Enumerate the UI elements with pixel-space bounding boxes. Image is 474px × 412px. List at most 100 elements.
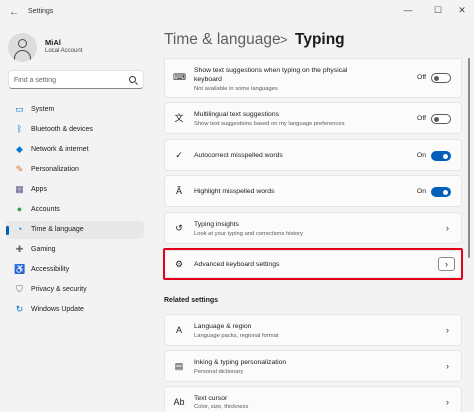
search-icon[interactable] [129,76,136,83]
sidebar-item-label: Gaming [31,246,56,253]
sidebar-item-label: Apps [31,186,47,193]
sidebar-item-label: Windows Update [31,306,84,313]
chevron-right-icon: › [446,361,449,371]
brush-icon: ✎ [15,164,24,174]
toggle-knob [434,116,439,122]
sidebar-item-network[interactable]: ◆ Network & internet [6,141,144,159]
toggle-state-label: Off [417,115,426,122]
text-cursor-icon: Ab [173,397,185,407]
setting-title: Autocorrect misspelled words [194,152,283,159]
maximize-button[interactable]: ☐ [432,5,444,16]
setting-title: Multilingual text suggestions [194,111,280,118]
sidebar-item-personalization[interactable]: ✎ Personalization [6,161,144,179]
sidebar-item-system[interactable]: ▭ System [6,101,144,119]
gamepad-icon: ✚ [15,244,24,254]
autocorrect-icon: ✓ [175,150,183,160]
search-input[interactable] [14,74,126,86]
avatar-body-icon [14,50,31,62]
annotation-highlight-box [163,248,463,280]
multilingual-toggle[interactable] [431,114,451,124]
chevron-right-icon: › [446,223,449,233]
close-button[interactable]: ✕ [456,5,468,16]
dictionary-icon: ▤ [174,361,184,371]
setting-title: Typing insights [194,221,239,228]
user-account-type: Local Account [45,48,83,54]
setting-title-line2: keyboard [194,76,222,83]
avatar-head-icon [18,39,27,48]
autocorrect-toggle[interactable] [431,151,451,161]
sidebar-item-accounts[interactable]: ● Accounts [6,201,144,219]
sidebar-item-gaming[interactable]: ✚ Gaming [6,241,144,259]
sidebar-item-label: Accessibility [31,266,70,273]
setting-typing-insights[interactable]: ↺ Typing insights Look at your typing an… [164,212,462,244]
user-name: MiAl [45,38,61,47]
setting-subtitle: Look at your typing and corrections hist… [194,231,303,237]
setting-title: Inking & typing personalization [194,359,287,366]
chevron-right-icon: › [446,397,449,407]
language-icon: A [175,325,182,335]
related-text-cursor[interactable]: Ab Text cursor Color, size, thickness › [164,386,462,412]
setting-subtitle: Show text suggestions based on my langua… [194,121,345,127]
setting-multilingual-suggestions: 文 Multilingual text suggestions Show tex… [164,102,462,134]
setting-subtitle: Not available in some languages [194,86,278,92]
toggle-state-label: Off [417,74,426,81]
breadcrumb-separator: > [280,32,288,47]
setting-text-suggestions: ⌨ Show text suggestions when typing on t… [164,58,462,98]
setting-title: Highlight misspelled words [194,188,275,195]
sidebar-item-label: System [31,106,55,113]
sidebar-item-label: Accounts [31,206,60,213]
text-suggestions-toggle[interactable] [431,73,451,83]
avatar[interactable] [8,33,37,62]
setting-autocorrect: ✓ Autocorrect misspelled words On [164,139,462,171]
sidebar-item-bluetooth[interactable]: ᛒ Bluetooth & devices [6,121,144,139]
setting-title: Show text suggestions when typing on the… [194,67,348,74]
setting-subtitle: Color, size, thickness [194,404,249,410]
breadcrumb-parent[interactable]: Time & language [164,31,281,49]
sidebar-item-time-language[interactable]: ◔ Time & language [6,221,144,239]
related-inking-typing[interactable]: ▤ Inking & typing personalization Person… [164,350,462,382]
sidebar-item-label: Bluetooth & devices [31,126,93,133]
sidebar-item-label: Network & internet [31,146,89,153]
sidebar-item-label: Personalization [31,166,79,173]
highlight-icon: Ã [175,186,182,196]
wifi-icon: ◆ [16,144,23,154]
person-icon: ● [16,204,23,214]
sidebar: MiAl Local Account ▭ System ᛒ Bluetooth … [0,26,150,412]
back-button[interactable]: ← [9,7,19,18]
toggle-knob [443,189,448,195]
related-settings-heading: Related settings [164,297,219,304]
sidebar-item-accessibility[interactable]: ♿ Accessibility [6,261,144,279]
highlight-toggle[interactable] [431,187,451,197]
minimize-button[interactable]: — [402,5,414,15]
setting-subtitle: Language packs, regional format [194,333,279,339]
update-icon: ↻ [15,304,24,314]
sidebar-item-windows-update[interactable]: ↻ Windows Update [6,301,144,319]
sidebar-item-apps[interactable]: ▦ Apps [6,181,144,199]
insights-icon: ↺ [175,223,183,233]
toggle-knob [434,75,439,81]
toggle-knob [443,153,448,159]
setting-highlight-misspelled: Ã Highlight misspelled words On [164,175,462,207]
setting-title: Language & region [194,323,252,330]
keyboard-icon: ⌨ [173,72,186,82]
related-language-region[interactable]: A Language & region Language packs, regi… [164,314,462,346]
chevron-right-icon: › [446,325,449,335]
sidebar-item-label: Time & language [31,226,84,233]
toggle-state-label: On [416,188,426,195]
setting-subtitle: Personal dictionary [194,369,244,375]
multilingual-icon: 文 [174,113,184,123]
globe-clock-icon: ◔ [16,224,23,234]
selection-indicator [6,226,9,235]
title-bar: ← Settings — ☐ ✕ [0,0,474,26]
apps-icon: ▦ [15,184,24,194]
accessibility-icon: ♿ [14,264,26,274]
bluetooth-icon: ᛒ [16,124,23,134]
toggle-state-label: On [416,152,426,159]
scrollbar[interactable] [468,58,470,258]
page-title: Typing [295,31,345,48]
sidebar-item-privacy-security[interactable]: ⛉ Privacy & security [6,281,144,299]
shield-icon: ⛉ [16,284,23,294]
search-box[interactable] [8,70,144,89]
setting-title: Text cursor [194,395,228,402]
sidebar-item-label: Privacy & security [31,286,87,293]
